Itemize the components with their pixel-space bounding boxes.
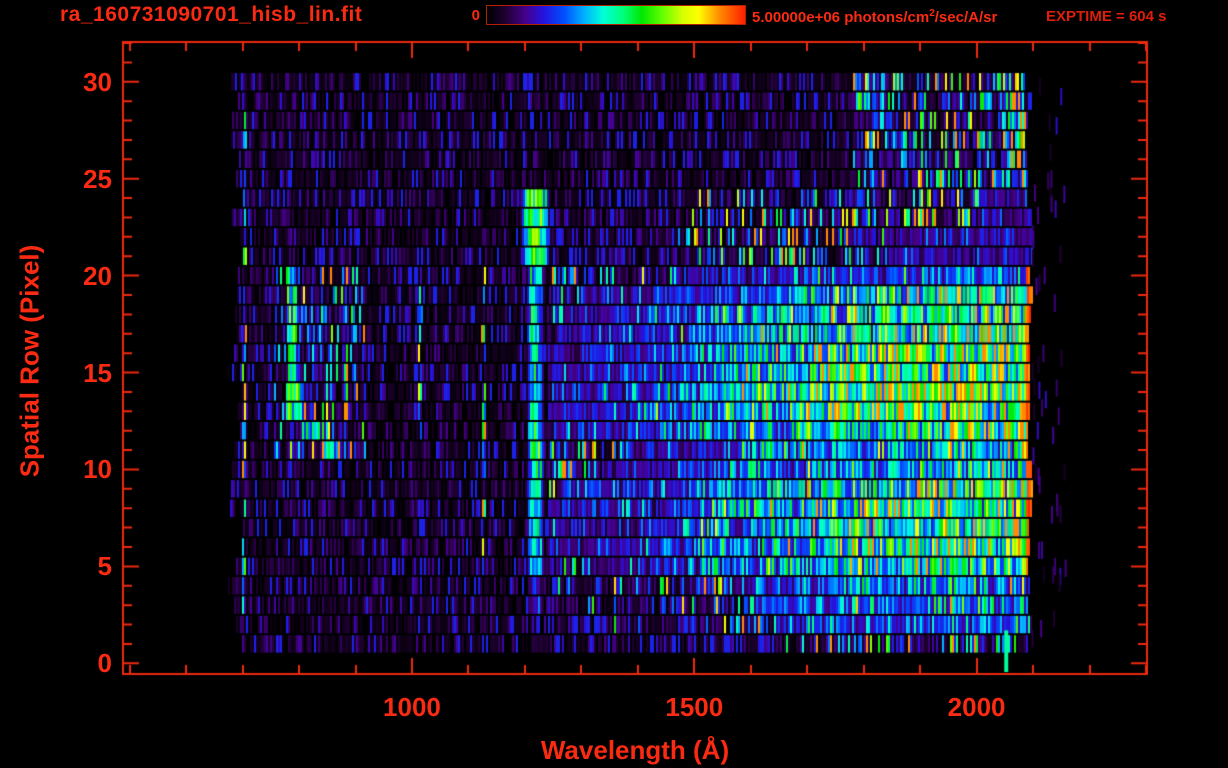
spectrogram-plot-canvas — [0, 0, 1228, 768]
colorbar-gradient — [486, 5, 746, 25]
y-tick-label: 20 — [83, 260, 112, 291]
colorbar-min-label: 0 — [471, 7, 480, 24]
y-tick-label: 30 — [83, 66, 112, 97]
colorbar-unit-suffix: /sec/A/sr — [934, 9, 998, 26]
y-tick-label: 15 — [83, 357, 112, 388]
y-tick-label: 25 — [83, 163, 112, 194]
figure-title: ra_160731090701_hisb_lin.fit — [60, 3, 363, 26]
y-tick-label: 0 — [97, 648, 112, 679]
x-tick-label: 1500 — [665, 692, 724, 722]
colorbar-max-value: 5.00000e+06 — [752, 9, 845, 26]
colorbar-unit-prefix: photons/cm — [844, 9, 930, 26]
colorbar-max-label: 5.00000e+06 photons/cm2/sec/A/sr — [752, 8, 997, 26]
y-tick-label: 10 — [83, 454, 112, 485]
x-tick-label: 2000 — [947, 692, 1006, 722]
exptime-label: EXPTIME = 604 s — [1046, 8, 1167, 25]
x-tick-label: 1000 — [383, 692, 441, 722]
y-tick-label: 5 — [97, 551, 112, 582]
x-axis-label: Wavelength (Å) — [540, 735, 730, 765]
figure: ra_160731090701_hisb_lin.fit 0 5.00000e+… — [0, 0, 1228, 768]
